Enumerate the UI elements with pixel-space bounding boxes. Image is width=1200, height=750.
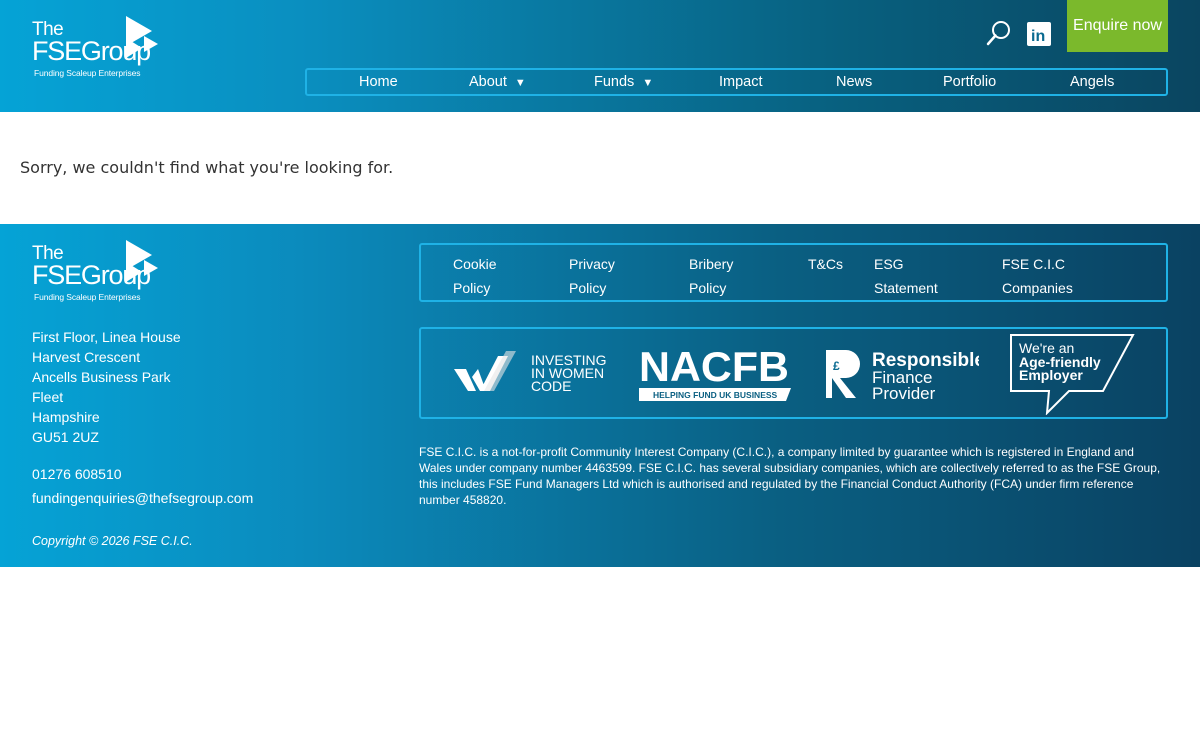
linkedin-icon[interactable]: in — [1027, 22, 1051, 46]
logo-tagline: Funding Scaleup Enterprises — [34, 292, 141, 302]
link-line: Policy — [453, 280, 491, 296]
link-line: Policy — [689, 280, 727, 296]
caret-down-icon: ▼ — [514, 77, 526, 89]
nav-item-about[interactable]: About ▼ — [469, 74, 526, 90]
address-line: Harvest Crescent — [32, 349, 141, 365]
nav-item-portfolio[interactable]: Portfolio — [943, 74, 996, 90]
nav-label: Angels — [1070, 74, 1115, 90]
nacfb-badge: NACFB HELPING FUND UK BUSINESS — [639, 343, 791, 401]
nav-label: News — [836, 74, 873, 90]
nav-item-funds[interactable]: Funds ▼ — [594, 74, 653, 90]
investing-in-women-code-badge: INVESTING IN WOMEN CODE — [454, 351, 606, 394]
link-line: T&Cs — [808, 256, 843, 272]
link-line: Statement — [874, 280, 938, 296]
nav-item-news[interactable]: News — [836, 74, 872, 90]
nacfb-title: NACFB — [639, 343, 789, 390]
terms-link[interactable]: T&Cs — [808, 252, 843, 276]
footer-links: Cookie Policy Privacy Policy Bribery Pol… — [419, 243, 1168, 302]
link-line: Bribery — [689, 256, 734, 272]
nacfb-subtitle: HELPING FUND UK BUSINESS — [653, 390, 778, 400]
nav-item-angels[interactable]: Angels — [1070, 74, 1114, 90]
privacy-policy-link[interactable]: Privacy Policy — [569, 252, 615, 300]
age-line3: Employer — [1019, 367, 1083, 383]
cookie-policy-link[interactable]: Cookie Policy — [453, 252, 497, 300]
enquire-now-button[interactable]: Enquire now — [1067, 0, 1168, 52]
legal-statement: FSE C.I.C. is a not-for-profit Community… — [419, 445, 1161, 507]
nav-item-impact[interactable]: Impact — [719, 74, 763, 90]
logo-tagline: Funding Scaleup Enterprises — [34, 68, 141, 78]
address-line: Hampshire — [32, 409, 100, 425]
footer-fse-group-logo[interactable]: The FSEGroup Funding Scaleup Enterprises — [32, 240, 162, 304]
fse-group-logo[interactable]: The FSEGroup Funding Scaleup Enterprises — [32, 16, 162, 80]
nav-item-home[interactable]: Home — [359, 74, 398, 90]
link-line: Policy — [569, 280, 607, 296]
rfp-line3: Provider — [872, 384, 936, 400]
iwic-line3: CODE — [531, 378, 571, 394]
link-line: Privacy — [569, 256, 615, 272]
copyright-text: Copyright © 2026 FSE C.I.C. — [32, 534, 193, 548]
nav-label: Funds — [594, 74, 635, 90]
link-line: Companies — [1002, 280, 1073, 296]
address-line: First Floor, Linea House — [32, 329, 181, 345]
linkedin-label: in — [1031, 28, 1045, 45]
accreditation-badges: INVESTING IN WOMEN CODE NACFB HELPING FU… — [419, 327, 1168, 419]
search-icon[interactable] — [986, 20, 1012, 46]
nav-label: Impact — [719, 74, 763, 90]
link-line: Cookie — [453, 256, 497, 272]
link-line: ESG — [874, 256, 904, 272]
phone-link[interactable]: 01276 608510 — [32, 466, 122, 482]
svg-text:£: £ — [833, 359, 840, 373]
logo-play-arrows-icon — [126, 240, 158, 282]
caret-down-icon: ▼ — [642, 77, 654, 89]
nav-label: About — [469, 74, 507, 90]
link-line: FSE C.I.C — [1002, 256, 1066, 272]
nav-label: Portfolio — [943, 74, 997, 90]
age-friendly-employer-badge: We're an Age-friendly Employer — [1010, 334, 1135, 415]
address-line: GU51 2UZ — [32, 429, 99, 445]
nav-label: Home — [359, 74, 398, 90]
address-line: Ancells Business Park — [32, 369, 171, 385]
main-nav: Home About ▼ Funds ▼ Impact News Portfolio… — [305, 68, 1168, 96]
logo-play-arrows-icon — [126, 16, 158, 58]
bribery-policy-link[interactable]: Bribery Policy — [689, 252, 733, 300]
address-line: Fleet — [32, 389, 64, 405]
esg-statement-link[interactable]: ESG Statement — [874, 252, 938, 300]
fse-cic-companies-link[interactable]: FSE C.I.C Companies — [1002, 252, 1073, 300]
responsible-finance-provider-badge: £ Responsible Finance Provider — [826, 350, 979, 400]
email-link[interactable]: fundingenquiries@thefsegroup.com — [32, 490, 253, 506]
footer-address: First Floor, Linea House Harvest Crescen… — [32, 327, 181, 447]
site-header: The FSEGroup Funding Scaleup Enterprises… — [0, 0, 1200, 112]
not-found-message: Sorry, we couldn't find what you're look… — [20, 158, 394, 177]
